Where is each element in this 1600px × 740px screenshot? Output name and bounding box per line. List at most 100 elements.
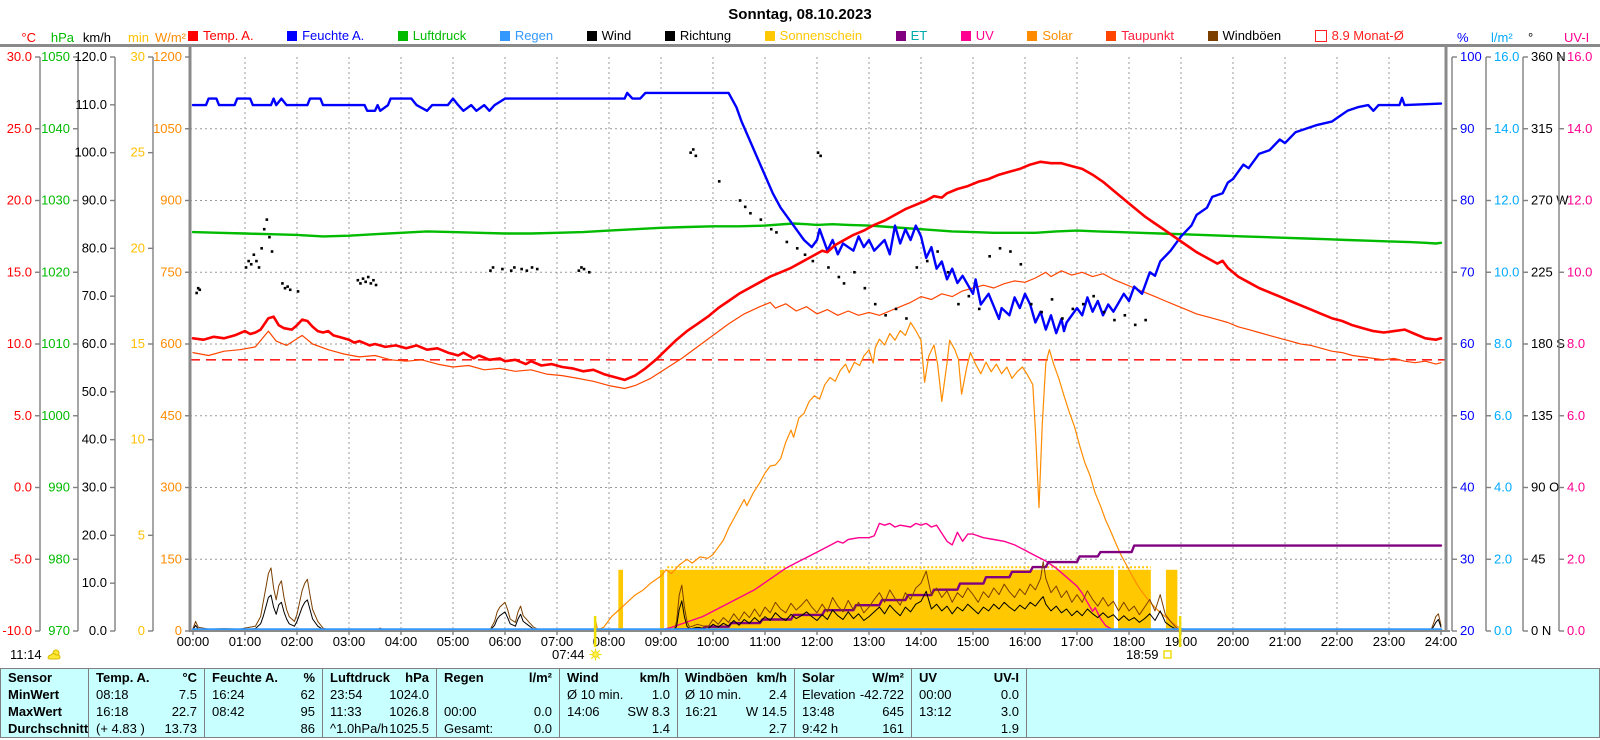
table-row: 16:24 62 xyxy=(205,686,322,703)
axis-unit-wm2: W/m² xyxy=(155,30,187,45)
axis-tick-label: 120.0 xyxy=(74,49,107,64)
cell-time: Gesamt: xyxy=(444,721,494,736)
axis-tick-label: 0.0 xyxy=(1494,623,1512,638)
richtung-point xyxy=(359,282,362,285)
richtung-point xyxy=(819,154,822,158)
table-col-windb-en: Windböen km/h Ø 10 min. 2.4 16:21 W 14.5 2.7 xyxy=(678,669,795,737)
cell-time: ^1.0hPa/h xyxy=(330,721,389,736)
axis-tick-label: 4.0 xyxy=(1567,480,1585,495)
richtung-point xyxy=(1040,310,1043,314)
axis-tick-label: 600 xyxy=(160,336,182,351)
axis-tick-label: 14.0 xyxy=(1567,121,1592,136)
richtung-point xyxy=(1081,302,1085,306)
axis-tick-label: 750 xyxy=(160,264,182,279)
axis-tick-label: 0 xyxy=(138,623,145,638)
axis-tick-label: 30.0 xyxy=(82,480,107,495)
richtung-point xyxy=(262,227,266,231)
axis-tick-label: 16.0 xyxy=(1567,49,1592,64)
cell-value: 95 xyxy=(300,704,315,719)
axis-tick-label: 45 xyxy=(1531,551,1545,566)
table-col-luftdruck: Luftdruck hPa 23:54 1024.0 11:33 1026.8 ^1.0hP… xyxy=(323,669,437,737)
col-unit: km/h xyxy=(756,670,787,685)
richtung-point xyxy=(988,255,991,258)
cell-time: 16:24 xyxy=(212,687,245,702)
col-unit: km/h xyxy=(639,670,670,685)
table-col-header: Wind km/h xyxy=(560,669,677,686)
daylight-duration: 11:14 xyxy=(10,647,62,662)
axis-tick-label: 1050 xyxy=(41,49,70,64)
richtung-point xyxy=(759,218,763,221)
axis-tick-label: -10.0 xyxy=(2,623,32,638)
axis-tick-label: 135 xyxy=(1531,408,1553,423)
col-unit: °C xyxy=(182,670,197,685)
table-col-header: Temp. A. °C xyxy=(89,669,204,686)
richtung-point xyxy=(361,277,365,280)
sunrise-time: 07:44 xyxy=(552,647,585,662)
richtung-point xyxy=(520,267,523,271)
axis-tick-label: 0 N xyxy=(1531,623,1551,638)
richtung-point xyxy=(198,288,202,292)
richtung-point xyxy=(915,266,919,269)
richtung-point xyxy=(268,235,271,239)
richtung-point xyxy=(260,247,263,250)
cell-value: 22.7 xyxy=(171,704,197,719)
cell-time: 9:42 h xyxy=(802,721,839,736)
axis-tick-label: 12.0 xyxy=(1567,193,1592,208)
cell-time: Ø 10 min. xyxy=(567,687,624,702)
richtung-point xyxy=(580,266,583,269)
table-col-header: Regen l/m² xyxy=(437,669,559,686)
cell-time: 00:00 xyxy=(444,704,477,719)
table-col-header: UV UV-I xyxy=(912,669,1026,686)
table-row: 23:54 1024.0 xyxy=(323,686,436,703)
table-col-header: Windböen km/h xyxy=(678,669,794,686)
richtung-point xyxy=(1050,298,1054,301)
axis-tick-label: 1000 xyxy=(41,408,70,423)
cell-value: 0.0 xyxy=(533,704,552,719)
axis-tick-label: 6.0 xyxy=(1567,408,1585,423)
axis-tick-label: 300 xyxy=(160,480,182,495)
axis-tick-label: 5.0 xyxy=(14,408,32,423)
axis-tick-label: 10.0 xyxy=(1567,264,1592,279)
table-row: ^1.0hPa/h 1025.5 xyxy=(323,720,436,737)
axis-unit-temp: °C xyxy=(21,30,36,45)
axis-unit-hpa: hPa xyxy=(51,30,75,45)
axis-tick-label: 100 xyxy=(1460,49,1482,64)
axis-tick-label: 0.0 xyxy=(1567,623,1585,638)
axis-tick-label: 20.0 xyxy=(82,527,107,542)
richtung-point xyxy=(530,266,534,269)
axis-tick-label: 25.0 xyxy=(7,121,32,136)
table-col-temp-a-: Temp. A. °C 08:18 7.5 16:18 22.7 (+ 4.83 ) 13.7… xyxy=(89,669,205,737)
axis-tick-label: 14.0 xyxy=(1494,121,1519,136)
richtung-point xyxy=(369,282,373,285)
richtung-point xyxy=(803,253,807,257)
table-header-sensor: Sensor xyxy=(8,670,53,685)
richtung-point xyxy=(853,270,856,274)
richtung-point xyxy=(769,227,773,231)
table-col-feuchte-a-: Feuchte A.% 16:24 62 08:42 95 86 xyxy=(205,669,323,737)
richtung-point xyxy=(501,267,504,271)
richtung-point xyxy=(689,151,692,154)
richtung-point xyxy=(694,154,698,158)
axis-tick-label: 2.0 xyxy=(1567,551,1585,566)
x-tick-label: 23:00 xyxy=(1373,634,1406,649)
col-name: Temp. A. xyxy=(96,670,150,685)
cell-value: 62 xyxy=(300,687,315,702)
col-name: Windböen xyxy=(685,670,748,685)
table-col-sensor: Sensor MinWert MaxWert Durchschnitt xyxy=(0,669,89,737)
table-row: 14:06 SW 8.3 xyxy=(560,703,677,720)
richtung-point xyxy=(795,247,799,250)
axis-tick-label: 150 xyxy=(160,551,182,566)
richtung-point xyxy=(513,266,516,269)
richtung-point xyxy=(785,240,789,244)
sunshine-block xyxy=(659,569,665,631)
axis-tick-label: 970 xyxy=(48,623,70,638)
richtung-point xyxy=(1009,250,1012,253)
axis-tick-label: 80.0 xyxy=(82,240,107,255)
axis-tick-label: 1010 xyxy=(41,336,70,351)
cell-time: 23:54 xyxy=(330,687,363,702)
table-col-solar: Solar W/m² Elevation -42.722 13:48 645 9:42 h1… xyxy=(795,669,912,737)
richtung-point xyxy=(535,267,539,271)
x-tick-label: 14:00 xyxy=(905,634,938,649)
cell-time: 13:12 xyxy=(919,704,952,719)
axis-tick-label: 1200 xyxy=(153,49,182,64)
